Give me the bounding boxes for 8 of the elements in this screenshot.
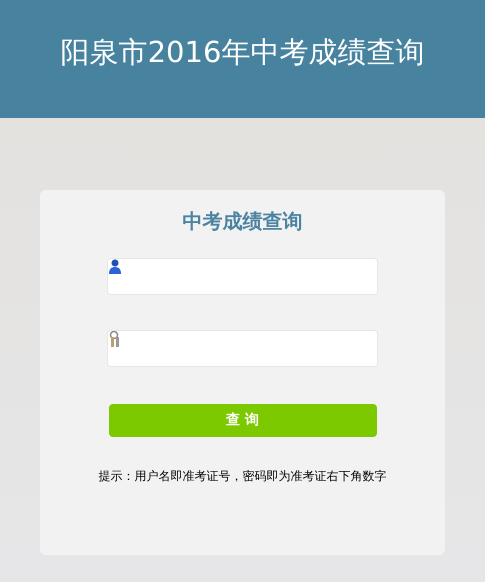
- form-title: 中考成绩查询: [182, 208, 302, 235]
- search-button[interactable]: 查 询: [108, 404, 376, 437]
- page-title: 阳泉市2016年中考成绩查询: [60, 34, 424, 72]
- hint-text: 提示：用户名即准考证号，密码即为准考证右下角数字: [98, 468, 386, 485]
- username-field[interactable]: [107, 258, 378, 295]
- user-icon: [108, 259, 122, 275]
- password-field[interactable]: [107, 330, 378, 367]
- keys-icon: [108, 331, 122, 348]
